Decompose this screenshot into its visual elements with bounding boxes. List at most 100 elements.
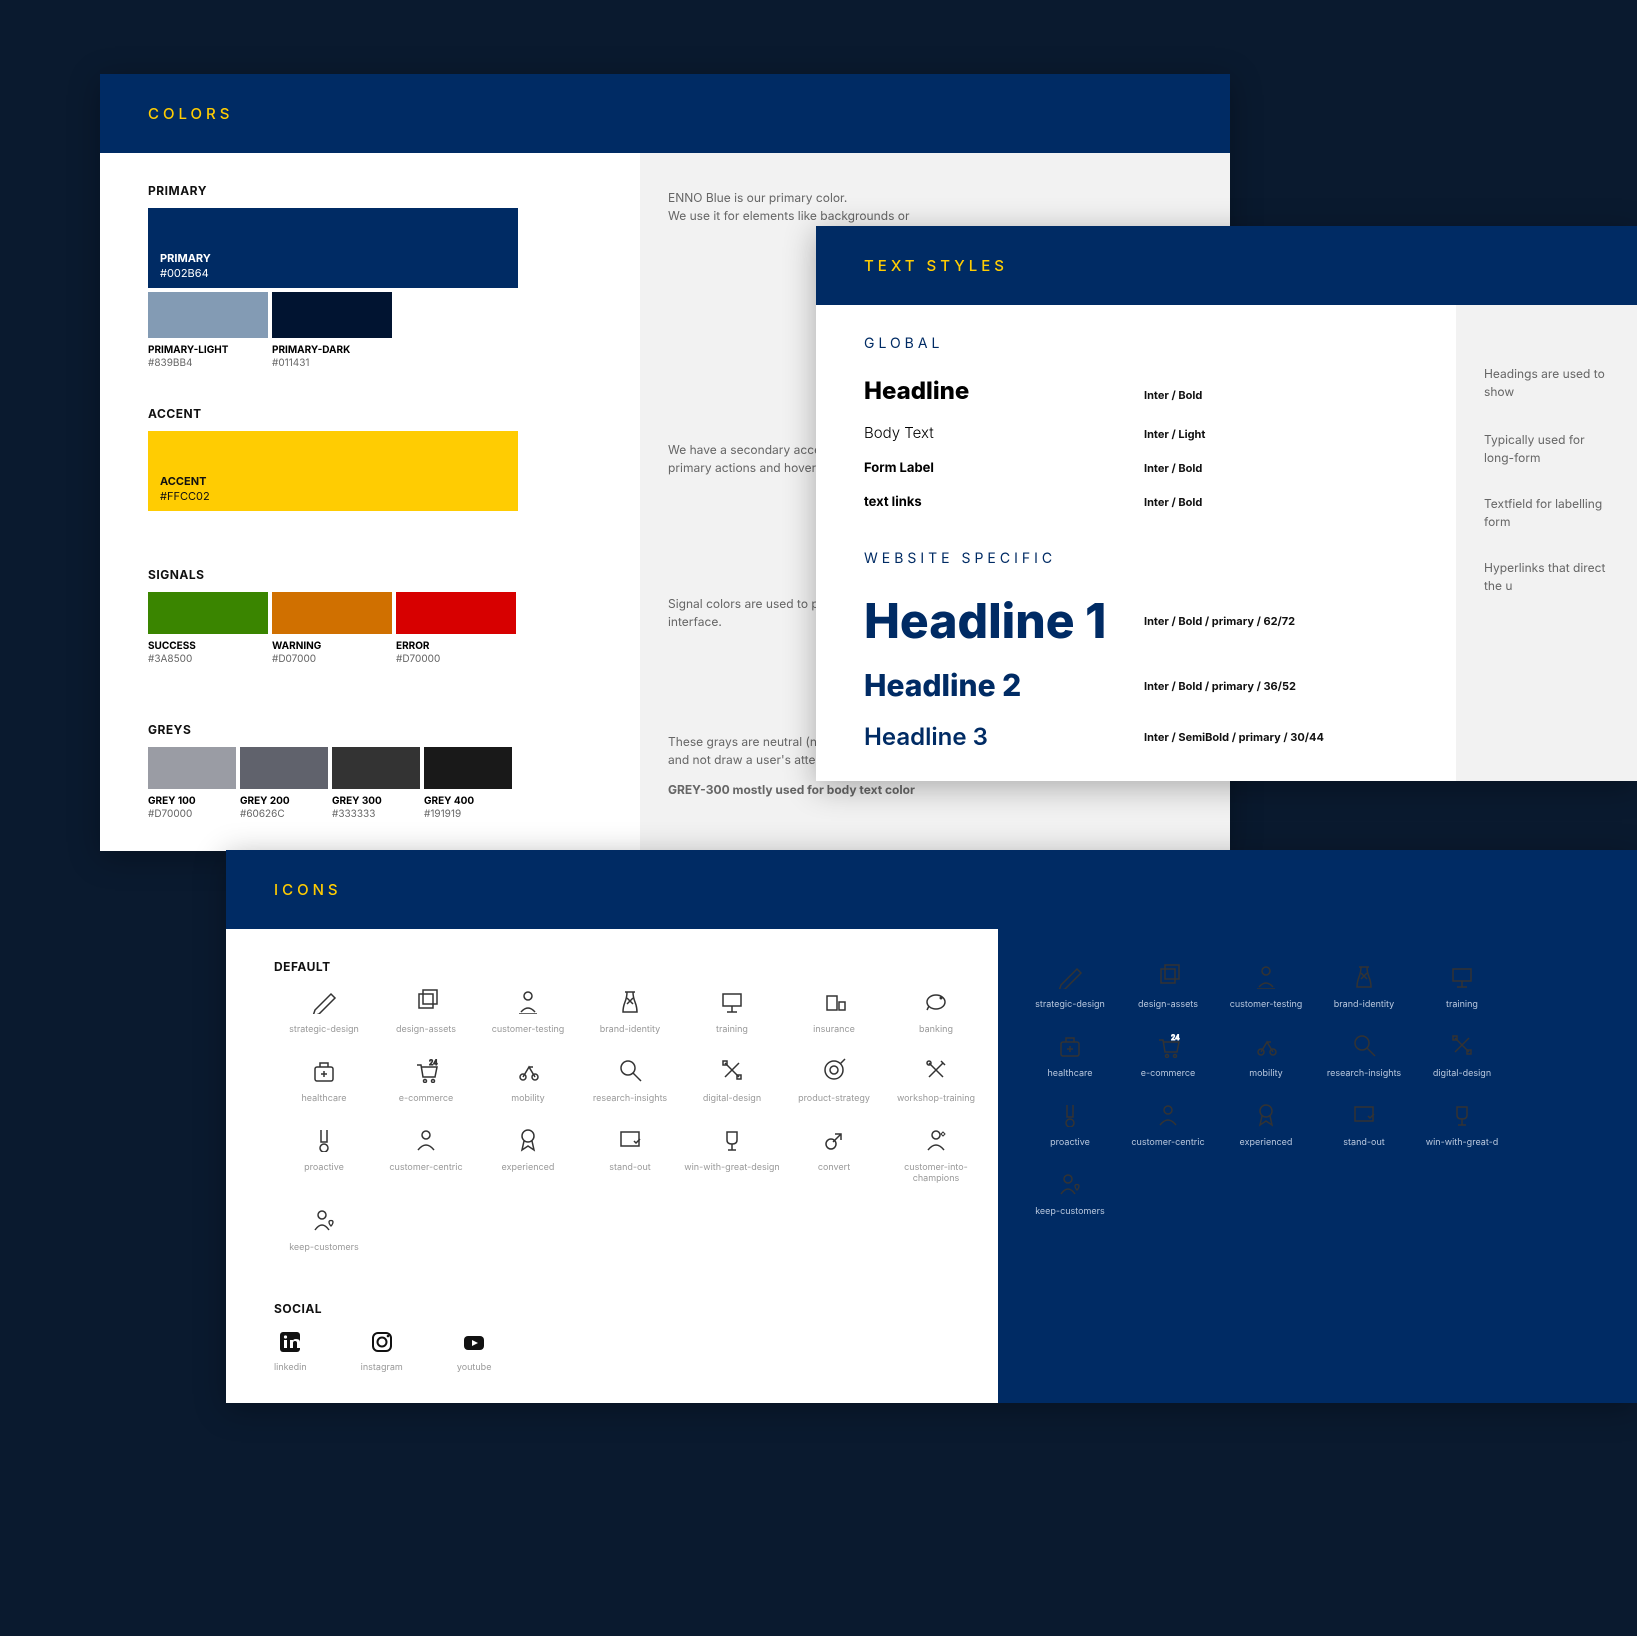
icon-mobility: mobility	[478, 1053, 578, 1104]
icon-design-assets: design-assets	[376, 984, 476, 1035]
icon-experienced: experienced	[1218, 1097, 1314, 1148]
icon-strategic-design: strategic-design	[274, 984, 374, 1035]
greys-desc2: GREY-300 mostly used for body text color	[668, 781, 1202, 799]
swatch-warning	[272, 592, 392, 634]
icon-label: convert	[784, 1162, 884, 1173]
icon-healthcare: healthcare	[1022, 1028, 1118, 1079]
digital-design-icon	[682, 1053, 782, 1087]
icon-training: training	[1414, 959, 1510, 1010]
swatch-grey200	[240, 747, 328, 789]
customer-into-champions-icon	[886, 1122, 986, 1156]
icon-stand-out: stand-out	[1316, 1097, 1412, 1148]
ts-h3: Headline 3	[864, 722, 1144, 751]
icon-label: digital-design	[682, 1093, 782, 1104]
linkedin-icon	[276, 1328, 304, 1356]
global-label: GLOBAL	[864, 335, 1408, 352]
brand-identity-icon	[580, 984, 680, 1018]
swatch-error-name: ERROR	[396, 640, 516, 653]
dark-icons-grid: strategic-designdesign-assetscustomer-te…	[1022, 959, 1613, 1217]
icon-customer-testing: customer-testing	[478, 984, 578, 1035]
swatch-success	[148, 592, 268, 634]
swatch-primary-light-hex: #839BB4	[148, 357, 268, 370]
default-icons-grid: strategic-designdesign-assetscustomer-te…	[274, 984, 950, 1253]
ts-desc-0: Headings are used to show	[1484, 365, 1609, 401]
swatch-primary-light-name: PRIMARY-LIGHT	[148, 344, 268, 357]
icon-label: research-insights	[1316, 1068, 1412, 1079]
icon-label: design-assets	[376, 1024, 476, 1035]
icon-label: customer-centric	[376, 1162, 476, 1173]
icon-label: strategic-design	[274, 1024, 374, 1035]
icon-proactive: proactive	[1022, 1097, 1118, 1148]
ts-headline-meta: Inter / Bold	[1144, 388, 1202, 402]
swatch-success-hex: #3A8500	[148, 653, 268, 666]
icon-label: training	[682, 1024, 782, 1035]
win-with-great-design-icon	[682, 1122, 782, 1156]
swatch-grey400	[424, 747, 512, 789]
icon-label: brand-identity	[580, 1024, 680, 1035]
swatch-grey100-hex: #D70000	[148, 808, 236, 821]
swatch-success-name: SUCCESS	[148, 640, 268, 653]
icon-design-assets: design-assets	[1120, 959, 1216, 1010]
icon-label: proactive	[1022, 1137, 1118, 1148]
icon-customer-testing: customer-testing	[1218, 959, 1314, 1010]
ts-desc-1: Typically used for long-form	[1484, 431, 1609, 467]
swatch-grey300-name: GREY 300	[332, 795, 420, 808]
icon-e-commerce: e-commerce	[1120, 1028, 1216, 1079]
icon-label: design-assets	[1120, 999, 1216, 1010]
ts-headline: Headline	[864, 376, 1144, 405]
signals-section-label: SIGNALS	[148, 567, 592, 582]
swatch-warning-name: WARNING	[272, 640, 392, 653]
colors-panel-header: COLORS	[100, 74, 1230, 153]
icon-customer-centric: customer-centric	[376, 1122, 476, 1184]
mobility-icon	[478, 1053, 578, 1087]
swatch-primary-name: PRIMARY	[160, 251, 211, 265]
primary-section-label: PRIMARY	[148, 183, 592, 198]
swatch-primary-dark-hex: #011431	[272, 357, 392, 370]
training-icon	[682, 984, 782, 1018]
icon-label: e-commerce	[376, 1093, 476, 1104]
digital-design-icon	[1414, 1028, 1510, 1062]
ts-form-label: Form Label	[864, 460, 1144, 476]
icon-label: youtube	[457, 1362, 492, 1373]
icons-title: ICONS	[274, 880, 342, 899]
product-strategy-icon	[784, 1053, 884, 1087]
swatch-accent: ACCENT #FFCC02	[148, 431, 518, 511]
ts-desc-2: Textfield for labelling form	[1484, 495, 1609, 531]
icon-label: insurance	[784, 1024, 884, 1035]
icon-label: proactive	[274, 1162, 374, 1173]
swatch-primary-dark-name: PRIMARY-DARK	[272, 344, 392, 357]
icon-brand-identity: brand-identity	[1316, 959, 1412, 1010]
icon-insurance: insurance	[784, 984, 884, 1035]
icon-label: strategic-design	[1022, 999, 1118, 1010]
icon-label: digital-design	[1414, 1068, 1510, 1079]
swatch-error	[396, 592, 516, 634]
icon-label: banking	[886, 1024, 986, 1035]
icon-stand-out: stand-out	[580, 1122, 680, 1184]
swatch-accent-name: ACCENT	[160, 474, 210, 488]
training-icon	[1414, 959, 1510, 993]
greys-section-label: GREYS	[148, 722, 592, 737]
swatch-warning-hex: #D07000	[272, 653, 392, 666]
icon-label: win-with-great-d	[1414, 1137, 1510, 1148]
instagram-icon	[368, 1328, 396, 1356]
ts-h1: Headline 1	[864, 591, 1144, 650]
ts-h2: Headline 2	[864, 668, 1144, 704]
ts-h1-meta: Inter / Bold / primary / 62/72	[1144, 614, 1295, 628]
icon-e-commerce: e-commerce	[376, 1053, 476, 1104]
youtube-icon	[460, 1328, 488, 1356]
icon-label: experienced	[478, 1162, 578, 1173]
icon-experienced: experienced	[478, 1122, 578, 1184]
customer-testing-icon	[478, 984, 578, 1018]
swatch-grey200-hex: #60626C	[240, 808, 328, 821]
icon-strategic-design: strategic-design	[1022, 959, 1118, 1010]
primary-desc-l2: We use it for elements like backgrounds …	[668, 207, 1202, 225]
ts-h3-meta: Inter / SemiBold / primary / 30/44	[1144, 730, 1324, 744]
icon-keep-customers: keep-customers	[1022, 1166, 1118, 1217]
social-icons-row: linkedininstagramyoutube	[274, 1328, 950, 1373]
social-label: SOCIAL	[274, 1301, 950, 1316]
ts-form-label-meta: Inter / Bold	[1144, 461, 1202, 475]
icon-product-strategy: product-strategy	[784, 1053, 884, 1104]
proactive-icon	[274, 1122, 374, 1156]
icon-training: training	[682, 984, 782, 1035]
icon-label: win-with-great-design	[682, 1162, 782, 1173]
